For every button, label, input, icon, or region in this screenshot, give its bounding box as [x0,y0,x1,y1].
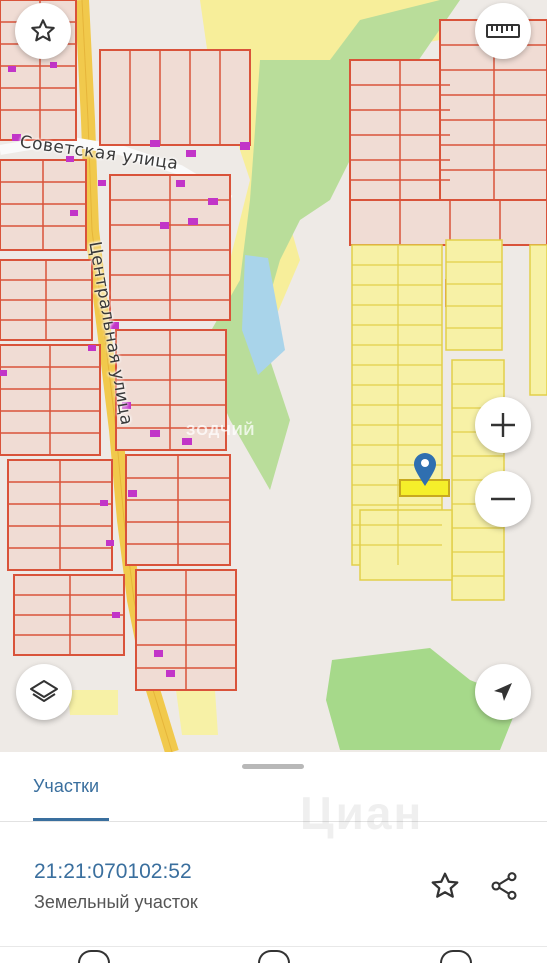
zoom-in-button[interactable] [475,397,531,453]
favorite-button[interactable] [15,3,71,59]
bottom-sheet: Участки Циан 21:21:070102:52 Земельный у… [0,752,547,963]
bottom-navigation [0,946,547,963]
zoom-out-button[interactable] [475,471,531,527]
plus-icon [491,413,515,437]
share-icon [491,872,517,900]
favorite-parcel-button[interactable] [425,866,465,906]
layers-icon [30,680,58,702]
star-outline-icon [431,872,459,898]
map-canvas[interactable] [0,0,547,752]
layers-button[interactable] [16,664,72,720]
locate-button[interactable] [475,664,531,720]
navigation-arrow-icon [494,683,512,701]
minus-icon [491,497,515,501]
share-button[interactable] [484,866,524,906]
nav-icon-3[interactable] [440,950,472,963]
ruler-button[interactable] [475,3,531,59]
map-watermark: ЗОДЧИЙ [186,422,256,439]
nav-icon-1[interactable] [78,950,110,963]
star-icon [31,19,55,42]
parcel-type: Земельный участок [34,892,198,912]
nav-icon-2[interactable] [258,950,290,963]
ruler-icon [486,24,520,38]
map-view[interactable]: Советская улица Центральная улица ЗОДЧИЙ [0,0,547,752]
drag-handle[interactable] [242,764,304,769]
cian-watermark: Циан [300,787,424,839]
divider [0,821,547,822]
parcel-cadastral-number[interactable]: 21:21:070102:52 [34,860,192,884]
tab-parcels[interactable]: Участки [33,776,99,797]
